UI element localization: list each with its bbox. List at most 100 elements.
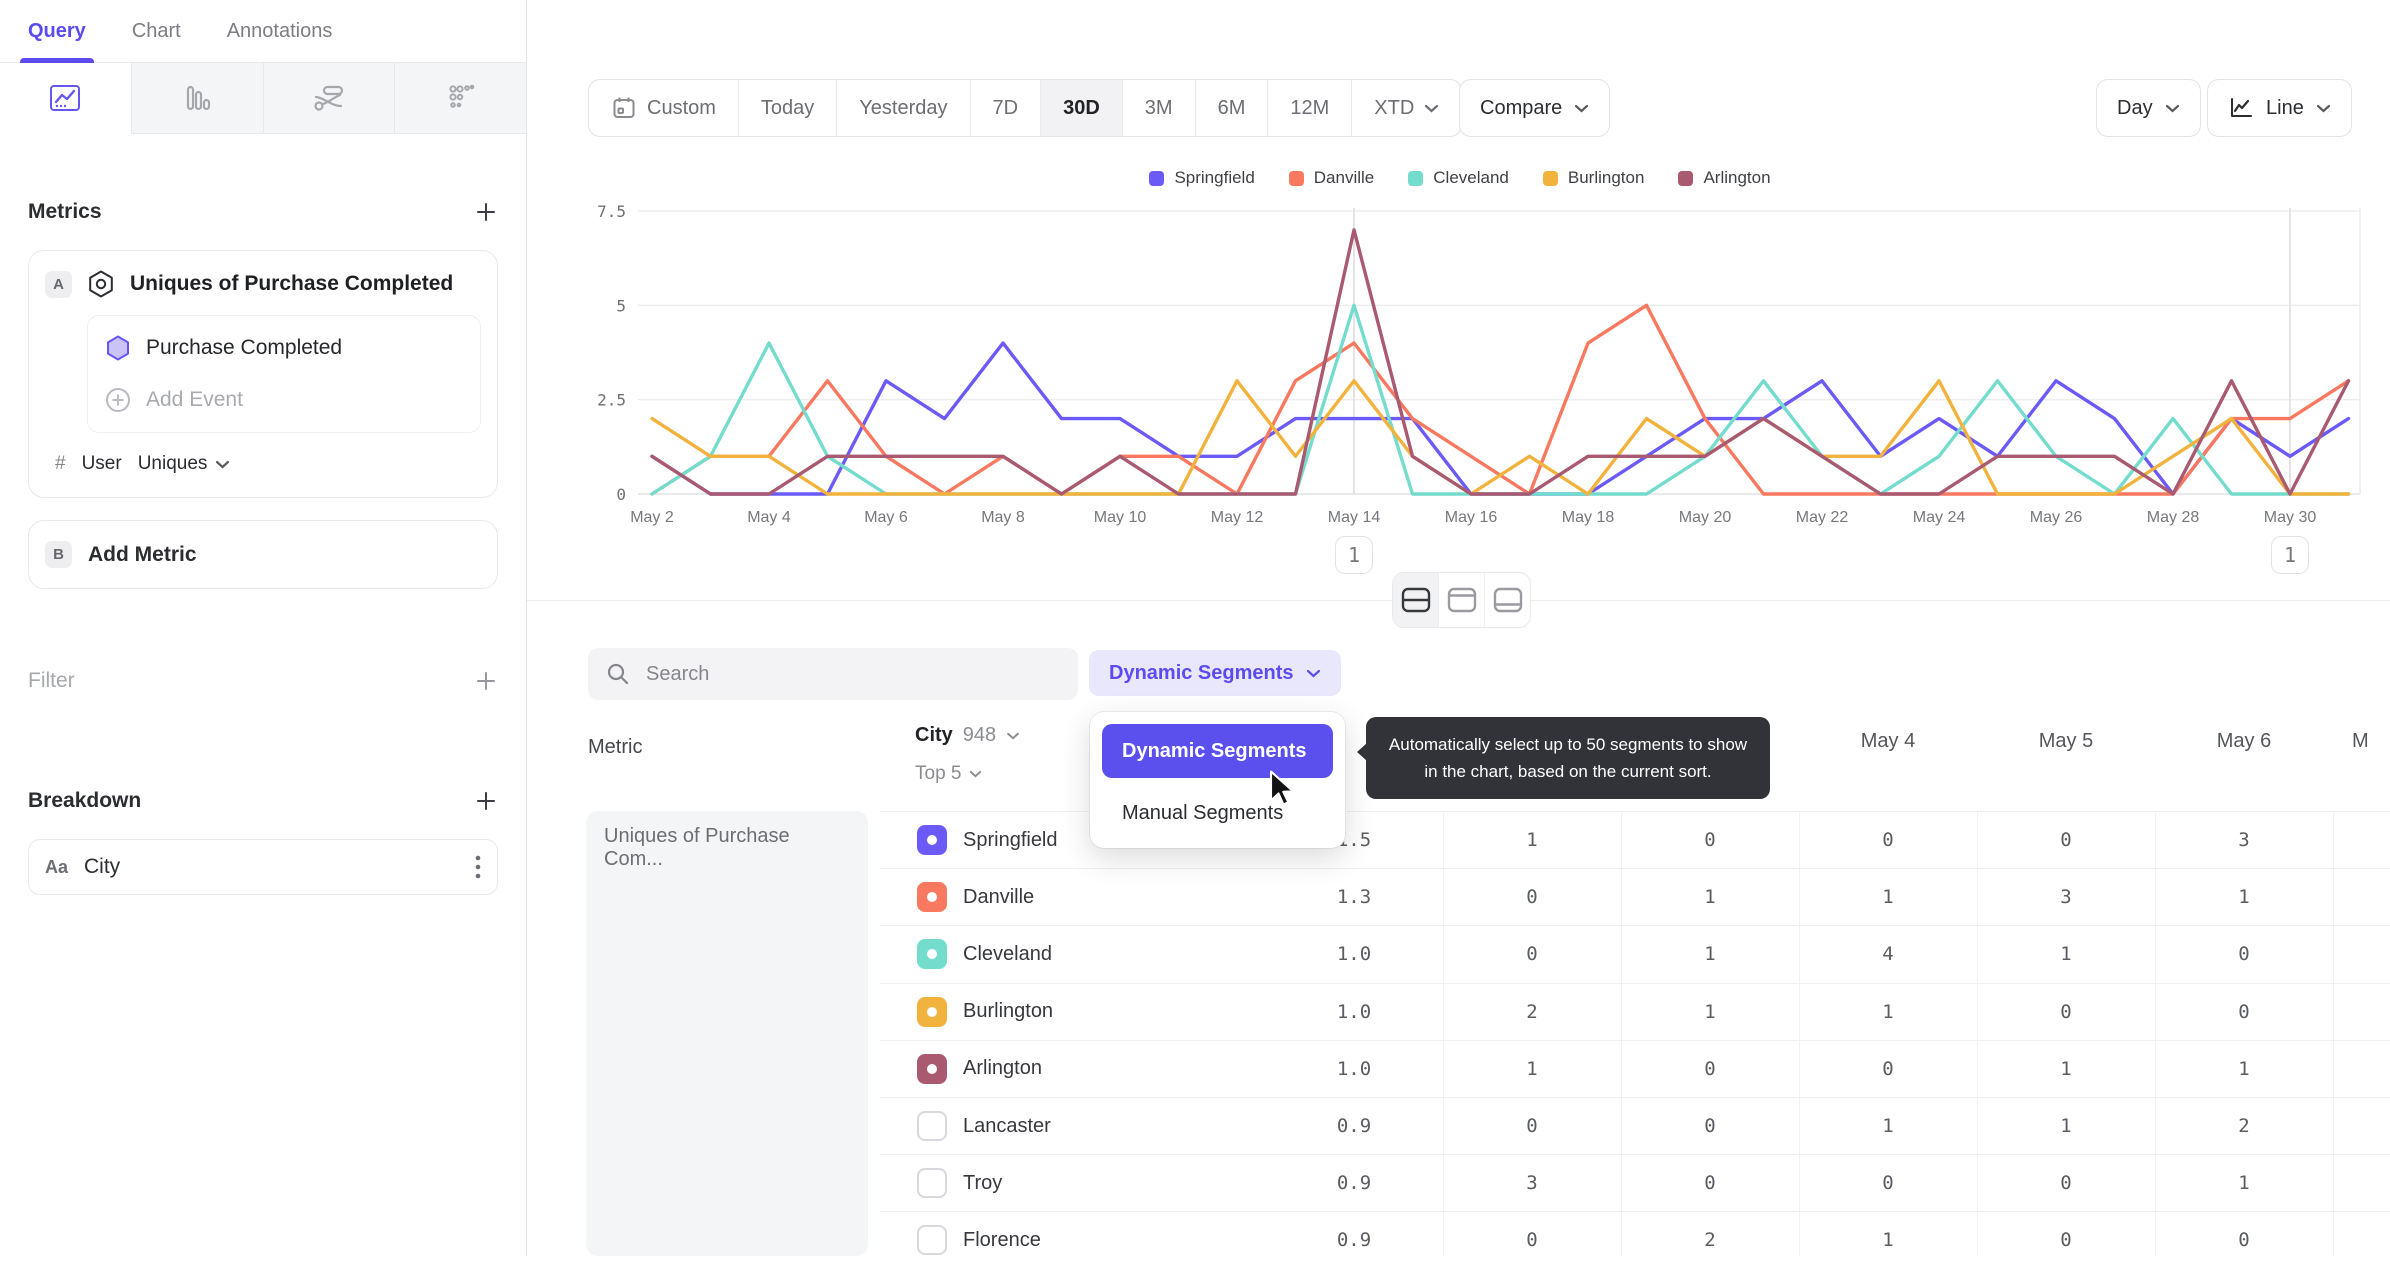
metric-b-card[interactable]: B Add Metric: [28, 520, 498, 589]
tab-annotations[interactable]: Annotations: [227, 0, 333, 62]
compare-button[interactable]: Compare: [1459, 79, 1611, 137]
legend-item[interactable]: Arlington: [1678, 168, 1771, 188]
annotation-badge[interactable]: 1: [2271, 536, 2309, 574]
value-cell: 0: [1526, 886, 1538, 909]
breakdown-city-item[interactable]: Aa City: [28, 839, 498, 895]
tab-scatter-chart-type[interactable]: [395, 63, 526, 134]
average-cell: 0.9: [1336, 1115, 1372, 1137]
table-row[interactable]: Arlington 1.0 1 0 0 1 1: [880, 1039, 2390, 1097]
column-header-may-4[interactable]: May 4: [1799, 730, 1977, 753]
layout-table-bottom-button[interactable]: [1485, 573, 1530, 627]
value-cell: 1: [2238, 886, 2250, 909]
range-yesterday[interactable]: Yesterday: [837, 80, 971, 136]
series-line-arlington: [650, 228, 2351, 496]
chevron-down-icon: [2316, 104, 2330, 112]
top-n-dropdown[interactable]: Top 5: [915, 763, 1020, 785]
value-cell: 0: [1526, 943, 1538, 966]
city-label: Arlington: [963, 1057, 1042, 1080]
tab-flow-chart-type[interactable]: [263, 63, 396, 134]
column-header-may-6[interactable]: May 6: [2155, 730, 2333, 753]
event-purchase-completed[interactable]: Purchase Completed: [104, 322, 464, 374]
value-cell: 0: [2060, 1172, 2072, 1195]
value-cell: 1: [1882, 1229, 1894, 1252]
table-row[interactable]: Florence 0.9 0 2 1 0 0: [880, 1211, 2390, 1268]
value-cell: 3: [2238, 829, 2250, 851]
tab-query[interactable]: Query: [20, 0, 94, 63]
value-cell: 0: [1704, 1057, 1716, 1080]
menu-item-dynamic-segments[interactable]: Dynamic Segments: [1102, 724, 1333, 778]
table-row[interactable]: Danville 1.3 0 1 1 3 1: [880, 868, 2390, 925]
range-6m[interactable]: 6M: [1196, 80, 1269, 136]
value-cell: 0: [2238, 1229, 2250, 1252]
legend-item[interactable]: Burlington: [1542, 168, 1644, 188]
range-custom[interactable]: Custom: [589, 80, 739, 136]
segment-search[interactable]: [588, 648, 1078, 700]
layout-split-button[interactable]: [1393, 573, 1439, 627]
add-event-button[interactable]: Add Event: [104, 374, 464, 426]
segment-checkbox[interactable]: [917, 1111, 947, 1141]
table-row[interactable]: Lancaster 0.9 0 0 1 1 2: [880, 1097, 2390, 1154]
legend-item[interactable]: Cleveland: [1408, 168, 1509, 188]
average-cell: 1.0: [1336, 943, 1372, 966]
chart-style-label: Line: [2266, 96, 2304, 119]
value-cell: 4: [1882, 943, 1894, 966]
legend-item[interactable]: Springfield: [1149, 168, 1255, 188]
table-row[interactable]: Cleveland 1.0 0 1 4 1 0: [880, 925, 2390, 982]
search-input[interactable]: [644, 661, 1060, 687]
segment-checkbox[interactable]: [917, 1053, 947, 1084]
value-cell: 0: [1526, 1115, 1538, 1137]
svg-text:May 26: May 26: [2030, 509, 2083, 526]
range-7d[interactable]: 7D: [971, 80, 1042, 136]
segment-checkbox[interactable]: [917, 939, 947, 970]
add-metric-plus-button[interactable]: [474, 200, 498, 224]
city-group-name: City: [915, 724, 953, 746]
segment-checkbox[interactable]: [917, 825, 947, 855]
value-cell: 1: [1882, 1000, 1894, 1023]
range-30d[interactable]: 30D: [1041, 80, 1123, 136]
chevron-down-icon: [216, 460, 230, 468]
segment-checkbox[interactable]: [917, 996, 947, 1027]
menu-item-manual-segments[interactable]: Manual Segments: [1102, 790, 1333, 836]
value-cell: 0: [1704, 829, 1716, 851]
segment-checkbox[interactable]: [917, 1168, 947, 1199]
segments-mode-dropdown[interactable]: Dynamic Segments: [1089, 650, 1341, 696]
metric-b-badge: B: [45, 541, 72, 568]
legend-item[interactable]: Danville: [1288, 168, 1374, 188]
breakdown-section-title: Breakdown: [28, 789, 142, 812]
metric-a-title[interactable]: Uniques of Purchase Completed: [130, 272, 453, 296]
annotation-badge[interactable]: 1: [1335, 536, 1373, 574]
tab-bar-chart-type[interactable]: [131, 63, 264, 134]
column-header-m[interactable]: M: [2352, 730, 2390, 753]
granularity-label: Day: [2117, 96, 2153, 119]
svg-text:0: 0: [616, 485, 626, 504]
column-header-may-5[interactable]: May 5: [1977, 730, 2155, 753]
tab-line-chart-type[interactable]: [0, 63, 132, 134]
table-row[interactable]: Burlington 1.0 2 1 1 0 0: [880, 982, 2390, 1040]
range-xtd[interactable]: XTD: [1352, 80, 1461, 136]
value-cell: 0: [2060, 1000, 2072, 1023]
measure-selector[interactable]: # User Uniques: [55, 453, 481, 475]
chart-style-button[interactable]: Line: [2207, 79, 2352, 137]
kebab-menu-icon[interactable]: [475, 854, 481, 880]
segments-mode-label: Dynamic Segments: [1109, 661, 1294, 684]
segment-checkbox[interactable]: [917, 1225, 947, 1256]
value-cell: 1: [1882, 886, 1894, 909]
layout-chart-top-button[interactable]: [1439, 573, 1485, 627]
segment-checkbox[interactable]: [917, 882, 947, 913]
tab-chart[interactable]: Chart: [132, 0, 181, 62]
metric-hexagon-icon: [86, 269, 116, 299]
add-breakdown-plus-button[interactable]: [474, 789, 498, 813]
range-3m[interactable]: 3M: [1123, 80, 1196, 136]
column-divider: [1443, 811, 1444, 1256]
range-today[interactable]: Today: [739, 80, 838, 136]
granularity-button[interactable]: Day: [2096, 79, 2201, 137]
value-cell: 3: [2060, 886, 2072, 909]
add-filter-plus-button[interactable]: [474, 669, 498, 693]
city-label: Danville: [963, 885, 1035, 908]
legend-swatch: [1149, 170, 1165, 186]
city-group-dropdown[interactable]: City 948: [915, 724, 1020, 747]
table-row[interactable]: Troy 0.9 3 0 0 0 1: [880, 1154, 2390, 1211]
value-cell: 1: [2238, 1172, 2250, 1195]
chevron-down-icon: [1425, 104, 1439, 112]
range-12m[interactable]: 12M: [1268, 80, 1353, 136]
